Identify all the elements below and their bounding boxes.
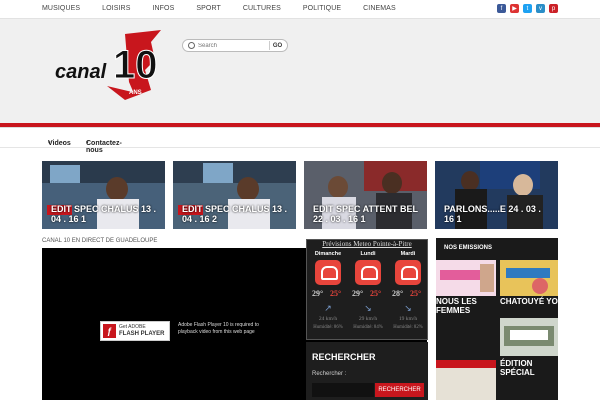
pinterest-icon[interactable]: p [549, 4, 558, 13]
topnav-item-sport[interactable]: SPORT [196, 5, 221, 12]
cloudy-weather-icon [315, 260, 341, 285]
topnav-item-politique[interactable]: POLITIQUE [303, 5, 341, 12]
main-navigation: Videos ▾ Contactez-nous ▾ [0, 128, 600, 154]
flash-icon: ƒ [103, 324, 116, 338]
video-card-4[interactable]: PARLONS.....E 24 . 03 . 16 1 [435, 161, 558, 229]
topnav-item-cinemas[interactable]: CINEMAS [363, 5, 396, 12]
show-thumbnail-image [436, 360, 496, 400]
show-thumbnail-chatouye-yo[interactable] [500, 260, 558, 296]
vimeo-icon[interactable]: v [536, 4, 545, 13]
flash-product-label: FLASH PLAYER [119, 331, 165, 337]
video-title: PARLONS.....E 24 . 03 . 16 1 [444, 204, 541, 224]
wind-icon: ↗ [324, 303, 332, 313]
cloudy-weather-icon [395, 260, 421, 285]
weather-widget: Prévisions Meteo Pointe-à-Pitre Dimanche… [306, 239, 428, 340]
show-thumbnail-nous-les-femmes[interactable] [436, 260, 496, 296]
page: MUSIQUES LOISIRS INFOS SPORT CULTURES PO… [0, 0, 600, 400]
video-card-1[interactable]: EDIT SPEC CHALUS 13 . 04 . 16 1 [42, 161, 165, 229]
nav-item-label: Videos [48, 140, 71, 147]
chevron-down-icon: ▾ [86, 140, 89, 146]
weather-temp-high: 29° [352, 289, 364, 298]
topnav-item-cultures[interactable]: CULTURES [243, 5, 281, 12]
search-widget-heading: RECHERCHER [312, 352, 376, 362]
shows-sidebar: NOS EMISSIONS NOUS LES FEMMES CHATOUYÉ Y… [436, 238, 558, 400]
weather-temp-low: 25° [330, 289, 342, 298]
show-thumbnail-edition-special[interactable] [500, 318, 558, 356]
video-title: EDIT SPEC ATTENT BEL 22 . 03 . 16 1 [313, 204, 418, 224]
live-section-label: CANAL 10 EN DIRECT DE GUADELOUPE [42, 238, 158, 244]
flash-required-message: Adobe Flash Player 10 is required to pla… [178, 322, 259, 335]
logo-word: canal [55, 61, 107, 83]
sidebar-search-input[interactable] [312, 383, 374, 397]
get-flash-badge[interactable]: ƒ Get ADOBE FLASH PLAYER [100, 321, 170, 341]
header-search: GO [182, 39, 288, 52]
topnav-item-loisirs[interactable]: LOISIRS [102, 5, 130, 12]
facebook-icon[interactable]: f [497, 4, 506, 13]
youtube-icon[interactable]: ▶ [510, 4, 519, 13]
show-title-nous-les-femmes[interactable]: NOUS LES FEMMES [436, 297, 496, 315]
weather-wind-speed: 29 km/h [358, 316, 378, 322]
weather-temp-high: 28° [392, 289, 404, 298]
logo-number: 10 [113, 43, 158, 87]
weather-humidity: Humidité: 86% [313, 325, 343, 330]
weather-temp-low: 25° [410, 289, 422, 298]
weather-day-name: Dimanche [314, 251, 342, 257]
weather-day-name: Lundi [360, 251, 376, 257]
search-widget: RECHERCHER Rechercher : RECHERCHER [306, 342, 428, 400]
show-title-edition-special[interactable]: ÉDITION SPÉCIAL [500, 359, 558, 377]
search-input[interactable] [198, 41, 268, 51]
show-thumbnail-image [500, 318, 558, 356]
cloudy-weather-icon [355, 260, 381, 285]
weather-day-name: Mardi [400, 251, 416, 257]
flash-get-label: Get ADOBE [119, 324, 146, 330]
video-title: EDIT SPEC CHALUS 13 . 04 . 16 2 [182, 204, 288, 224]
search-icon [188, 42, 195, 49]
top-navigation: MUSIQUES LOISIRS INFOS SPORT CULTURES PO… [0, 0, 600, 19]
show-title-chatouye-yo[interactable]: CHATOUYÉ YO [500, 297, 558, 306]
chevron-down-icon: ▾ [48, 140, 51, 146]
logo-tag: ANS [129, 90, 142, 96]
weather-wind-speed: 24 km/h [318, 316, 338, 322]
weather-wind-speed: 19 km/h [398, 316, 418, 322]
video-card-3[interactable]: EDIT SPEC ATTENT BEL 22 . 03 . 16 1 [304, 161, 427, 229]
nav-item-label: Contactez-nous [86, 140, 122, 154]
wind-icon: ↘ [404, 303, 412, 313]
search-widget-label: Rechercher : [312, 371, 347, 377]
weather-humidity: Humidité: 84% [353, 325, 383, 330]
twitter-icon[interactable]: t [523, 4, 532, 13]
show-thumbnail-image [500, 260, 558, 296]
sidebar-heading: NOS EMISSIONS [444, 245, 493, 251]
video-card-2[interactable]: EDIT SPEC CHALUS 13 . 04 . 16 2 [173, 161, 296, 229]
video-title: EDIT SPEC CHALUS 13 . 04 . 16 1 [51, 204, 157, 224]
weather-title[interactable]: Prévisions Meteo Pointe-à-Pitre [307, 240, 427, 248]
weather-humidity: Humidité: 82% [393, 325, 423, 330]
show-thumbnail-extra[interactable] [436, 360, 496, 400]
header-divider [0, 123, 600, 128]
show-thumbnail-image [436, 260, 496, 296]
search-go-button[interactable]: GO [269, 41, 285, 50]
weather-temp-low: 25° [370, 289, 382, 298]
sidebar-search-button[interactable]: RECHERCHER [375, 383, 424, 397]
site-logo[interactable]: 10 canal ANS [55, 30, 165, 102]
wind-icon: ↘ [364, 303, 372, 313]
topnav-item-infos[interactable]: INFOS [152, 5, 174, 12]
topnav-item-musiques[interactable]: MUSIQUES [42, 5, 80, 12]
weather-temp-high: 29° [312, 289, 324, 298]
